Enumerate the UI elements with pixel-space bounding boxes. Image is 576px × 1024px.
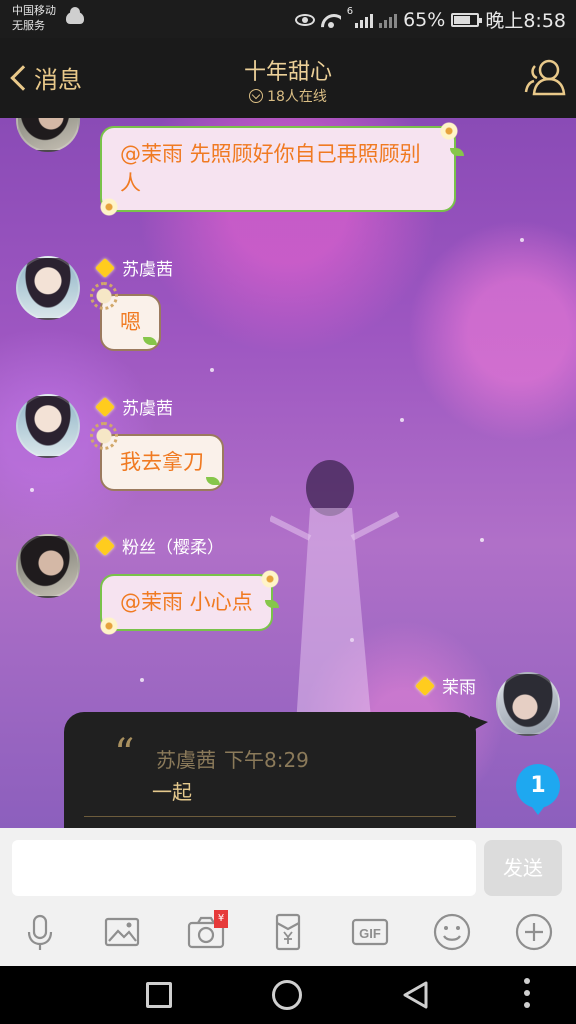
chat-header: 消息 十年甜心 18人在线	[0, 38, 576, 118]
diamond-badge-icon	[94, 396, 116, 418]
gif-button[interactable]: GIF	[348, 908, 392, 956]
sun-icon	[90, 282, 118, 310]
sender-name[interactable]: 粉丝（樱柔）	[94, 533, 224, 558]
message-text: 我去拿刀	[120, 450, 204, 474]
diamond-badge-icon	[414, 675, 436, 697]
message-bubble[interactable]: @茉雨 先照顾好你自己再照顾别人	[100, 122, 464, 216]
leaf-icon	[143, 337, 157, 345]
camera-button[interactable]: ¥	[184, 908, 228, 956]
chevron-down-icon	[249, 89, 264, 103]
leaf-icon	[450, 148, 464, 156]
flower-icon	[440, 122, 458, 140]
sender-name[interactable]: 苏虞茜	[94, 394, 173, 419]
image-icon	[104, 917, 140, 947]
sender-avatar[interactable]	[16, 256, 80, 320]
signal-icon-secondary	[379, 12, 398, 28]
group-title[interactable]: 十年甜心	[0, 54, 576, 86]
status-bar: 中国移动 无服务 6 65% 晚上8:58	[0, 0, 576, 38]
sender-name[interactable]: 苏虞茜	[94, 255, 173, 280]
plus-icon	[515, 913, 553, 951]
message-text: 嗯	[120, 310, 141, 334]
composer: 发送 ¥ GIF	[0, 828, 576, 966]
carrier-name: 中国移动	[12, 4, 56, 17]
composer-toolbar: ¥ GIF	[0, 908, 576, 964]
service-status: 无服务	[12, 19, 45, 32]
red-envelope-button[interactable]	[266, 908, 310, 956]
signal-icon	[355, 12, 374, 28]
overflow-menu-icon[interactable]	[524, 978, 532, 1012]
clock: 晚上8:58	[485, 10, 566, 32]
flower-icon	[100, 617, 118, 635]
cloud-icon	[66, 7, 84, 24]
sender-avatar[interactable]	[16, 118, 80, 152]
quoted-time: 下午8:29	[224, 748, 309, 772]
quote-divider	[84, 816, 456, 817]
message-input[interactable]	[12, 840, 476, 896]
message-list[interactable]: @茉雨 先照顾好你自己再照顾别人 苏虞茜 嗯 苏虞茜 我去拿刀 粉丝（樱柔） @…	[0, 118, 576, 828]
sun-icon	[90, 422, 118, 450]
quote-mark-icon: “	[114, 731, 135, 777]
gif-icon: GIF	[351, 918, 389, 946]
more-button[interactable]	[512, 908, 556, 956]
bubble-tail	[470, 716, 488, 732]
quoted-sender: 苏虞茜	[156, 748, 216, 772]
message-text: @茉雨 小心点	[120, 590, 253, 614]
nav-back-icon[interactable]	[400, 980, 430, 1010]
system-nav-bar	[0, 966, 576, 1024]
quoted-text: 一起	[152, 780, 192, 804]
message-text: @茉雨 先照顾好你自己再照顾别人	[120, 142, 421, 195]
carrier-info: 中国移动 无服务	[12, 3, 56, 33]
quoted-message-card[interactable]: “ 苏虞茜 下午8:29 一起	[64, 712, 476, 828]
online-count: 18人在线	[267, 89, 327, 105]
red-packet-badge: ¥	[214, 910, 228, 928]
diamond-badge-icon	[94, 257, 116, 279]
message-bubble[interactable]: 嗯	[90, 282, 161, 351]
message-bubble[interactable]: 我去拿刀	[90, 422, 224, 491]
leaf-icon	[206, 477, 220, 485]
group-members-icon[interactable]	[522, 54, 568, 100]
flower-icon	[260, 570, 279, 588]
unread-mentions-badge[interactable]: 1	[516, 764, 560, 815]
sender-name-text: 粉丝（樱柔）	[122, 538, 224, 558]
svg-text:GIF: GIF	[359, 926, 381, 941]
emoji-icon	[433, 913, 471, 951]
emoji-button[interactable]	[430, 908, 474, 956]
flower-icon	[100, 198, 118, 216]
sender-avatar[interactable]	[16, 394, 80, 458]
recent-apps-icon[interactable]	[146, 982, 172, 1008]
diamond-badge-icon	[94, 535, 116, 557]
self-sender-name[interactable]: 茉雨	[414, 673, 476, 698]
sender-avatar[interactable]	[16, 534, 80, 598]
battery-percent: 65%	[403, 8, 446, 31]
sender-name-text: 苏虞茜	[122, 399, 173, 419]
eye-icon	[294, 13, 315, 26]
send-button[interactable]: 发送	[484, 840, 562, 896]
home-icon[interactable]	[272, 980, 302, 1010]
network-type: 6	[346, 6, 354, 17]
message-bubble[interactable]: @茉雨 小心点	[100, 570, 279, 635]
wifi-icon	[321, 12, 341, 28]
battery-icon	[451, 12, 483, 27]
red-envelope-icon	[275, 913, 301, 951]
quoted-meta: 苏虞茜 下午8:29	[156, 744, 317, 773]
microphone-icon	[27, 914, 53, 950]
online-status[interactable]: 18人在线	[0, 86, 576, 106]
image-button[interactable]	[100, 908, 144, 956]
self-avatar[interactable]	[496, 672, 560, 736]
status-icons: 6 65% 晚上8:58	[294, 6, 566, 33]
sender-name-text: 茉雨	[442, 678, 476, 698]
microphone-button[interactable]	[18, 908, 62, 956]
sender-name-text: 苏虞茜	[122, 260, 173, 280]
